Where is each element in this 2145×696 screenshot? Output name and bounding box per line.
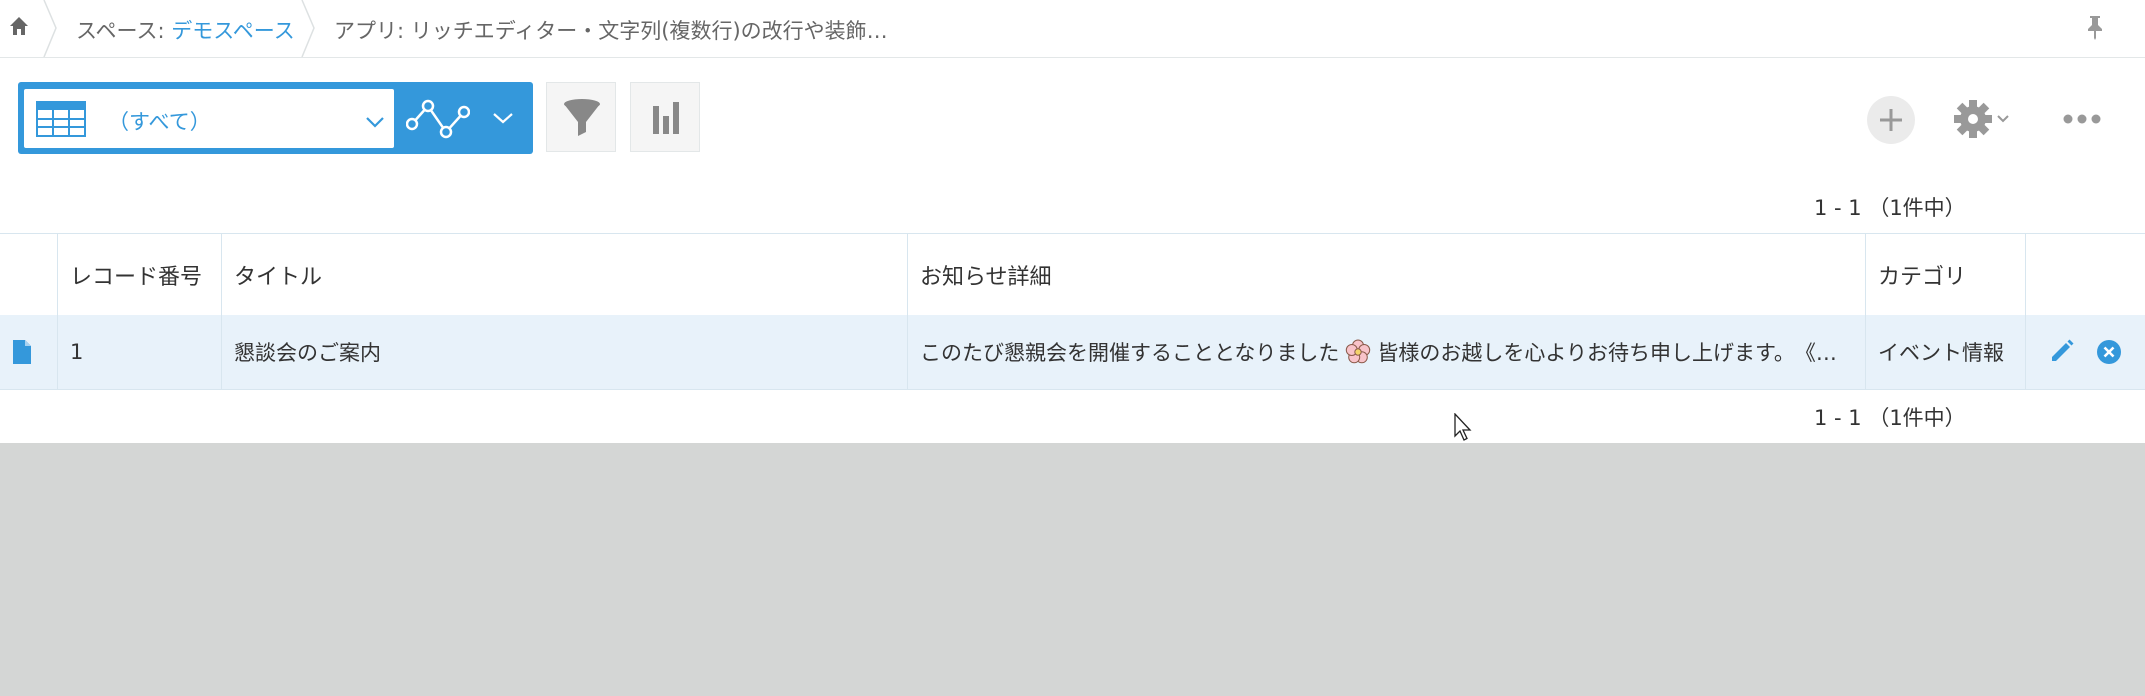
header-detail[interactable]: お知らせ詳細 xyxy=(908,234,1866,316)
pencil-icon[interactable] xyxy=(2048,337,2076,365)
header-record-number[interactable]: レコード番号 xyxy=(58,234,222,316)
header-title[interactable]: タイトル xyxy=(222,234,908,316)
breadcrumb-space-link[interactable]: デモスペース xyxy=(171,19,294,43)
record-detail-link[interactable] xyxy=(0,315,58,389)
view-selector: （すべて） xyxy=(18,82,533,154)
close-icon[interactable] xyxy=(2096,339,2122,365)
bar-chart-icon xyxy=(653,102,679,134)
breadcrumb-app[interactable]: アプリ: リッチエディター・文字列(複数行)の改行や装飾… xyxy=(334,15,888,45)
cell-detail: このたび懇親会を開催することとなりました 皆様のお越しを心よりお待ち申し上げます… xyxy=(908,315,1866,389)
filter-button[interactable] xyxy=(546,82,616,152)
cell-title: 懇談会のご案内 xyxy=(222,315,908,389)
graph-button[interactable] xyxy=(630,82,700,152)
pager-bottom: 1 - 1 （1件中） xyxy=(1814,406,1966,430)
cell-record-number: 1 xyxy=(58,315,222,389)
chevron-down-icon xyxy=(366,117,384,128)
flower-emoji-icon xyxy=(1346,339,1371,364)
row-actions xyxy=(2026,315,2145,389)
gear-icon[interactable] xyxy=(1952,98,2012,140)
view-label: （すべて） xyxy=(108,110,211,134)
table-header: レコード番号 タイトル お知らせ詳細 カテゴリ xyxy=(0,233,2145,317)
breadcrumb-separator xyxy=(301,0,315,57)
document-icon xyxy=(13,340,31,364)
home-icon[interactable] xyxy=(8,15,30,37)
breadcrumb-space-prefix: スペース: xyxy=(76,19,172,43)
header-icon-cell xyxy=(0,234,58,316)
pin-icon[interactable] xyxy=(2085,14,2105,40)
filter-icon xyxy=(564,99,600,136)
mouse-cursor-icon xyxy=(1454,413,1472,441)
table-view-icon xyxy=(36,101,86,137)
cell-category: イベント情報 xyxy=(1866,315,2026,389)
detail-text-before: このたび懇親会を開催することとなりました xyxy=(920,341,1340,365)
breadcrumb: スペース: デモスペース アプリ: リッチエディター・文字列(複数行)の改行や装… xyxy=(0,0,2145,58)
plus-icon xyxy=(1880,109,1902,131)
main-panel: スペース: デモスペース アプリ: リッチエディター・文字列(複数行)の改行や装… xyxy=(0,0,2145,443)
breadcrumb-space: スペース: デモスペース xyxy=(76,15,295,45)
add-record-button[interactable] xyxy=(1867,96,1915,144)
chevron-down-icon[interactable] xyxy=(493,112,513,124)
header-category[interactable]: カテゴリ xyxy=(1866,234,2026,316)
breadcrumb-separator xyxy=(43,0,57,57)
graph-icon[interactable] xyxy=(406,96,470,140)
table-row[interactable]: 1 懇談会のご案内 このたび懇親会を開催することとなりました 皆様のお越しを心よ… xyxy=(0,315,2145,390)
view-dropdown[interactable]: （すべて） xyxy=(24,89,394,148)
more-icon[interactable] xyxy=(2062,108,2102,130)
pager-top: 1 - 1 （1件中） xyxy=(1814,196,1966,220)
detail-text-after: 皆様のお越しを心よりお待ち申し上げます。 《… xyxy=(1377,341,1837,365)
